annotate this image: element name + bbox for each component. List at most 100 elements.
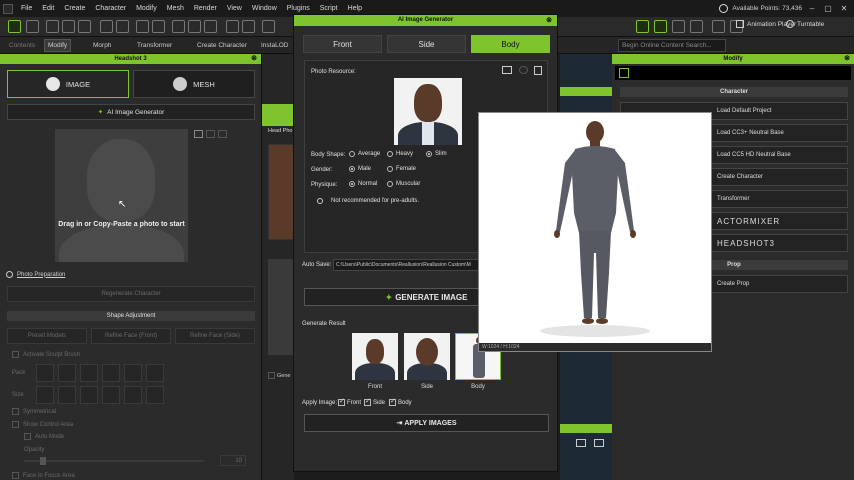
refine-face-side-button[interactable]: Refine Face (Side) — [175, 328, 255, 344]
select-tool-icon[interactable] — [636, 20, 649, 33]
capture-icon[interactable] — [204, 20, 217, 33]
apply-side-checkbox[interactable] — [364, 397, 371, 406]
photo-preparation-link[interactable]: Photo Preparation — [6, 271, 65, 278]
menu-modify[interactable]: Modify — [131, 5, 162, 12]
image-mode-button[interactable]: IMAGE — [7, 70, 129, 98]
transformer-button[interactable]: Transformer — [134, 39, 175, 52]
body-shape-heavy[interactable]: Heavy — [387, 151, 413, 157]
menu-mesh[interactable]: Mesh — [162, 5, 189, 12]
symmetrical-checkbox[interactable] — [12, 408, 19, 415]
menu-render[interactable]: Render — [189, 5, 222, 12]
auto-mode-checkbox[interactable] — [24, 433, 31, 440]
view-icon[interactable] — [712, 20, 725, 33]
close-icon[interactable]: ⊗ — [844, 54, 850, 64]
symmetrical-row[interactable]: Symmetrical — [12, 408, 56, 415]
brush-5-icon[interactable] — [124, 364, 142, 382]
photo-drop-zone[interactable]: Drag in or Copy-Paste a photo to start ↖ — [55, 129, 188, 262]
show-control-area-row[interactable]: Show Control Area — [12, 421, 73, 428]
ai-image-generator-button[interactable]: ✦ AI Image Generator — [7, 104, 255, 120]
body-shape-average[interactable]: Average — [349, 151, 380, 157]
refine-face-front-button[interactable]: Refine Face (Front) — [91, 328, 171, 344]
instalod-button[interactable]: InstaLOD — [258, 39, 291, 52]
menu-create[interactable]: Create — [59, 5, 90, 12]
menu-file[interactable]: File — [16, 5, 37, 12]
radio-muscular[interactable] — [387, 181, 393, 187]
gender-female[interactable]: Female — [387, 166, 416, 172]
delete-photo-icon[interactable] — [218, 130, 227, 138]
background-green-button[interactable] — [262, 104, 294, 126]
menu-script[interactable]: Script — [315, 5, 343, 12]
rotate-tool-icon[interactable] — [672, 20, 685, 33]
regenerate-character-button[interactable]: Regenerate Character — [7, 286, 255, 302]
apply-body-checkbox[interactable] — [389, 397, 396, 406]
radio-heavy[interactable] — [387, 151, 393, 157]
paste-photo-icon[interactable] — [206, 130, 215, 138]
shape-adjustment-header[interactable]: Shape Adjustment — [7, 311, 255, 321]
result-side-thumbnail[interactable] — [404, 333, 450, 380]
activate-sculpt-row[interactable]: Activate Sculpt Brush — [12, 351, 80, 358]
close-icon[interactable]: ⊗ — [251, 54, 257, 64]
brush-12-icon[interactable] — [146, 386, 164, 404]
import-icon[interactable] — [100, 20, 113, 33]
open-folder-icon[interactable] — [502, 66, 512, 74]
tab-body[interactable]: Body — [471, 35, 550, 53]
workspace-icon[interactable] — [8, 20, 21, 33]
menu-character[interactable]: Character — [90, 5, 131, 12]
head-photo-thumbnail[interactable] — [268, 144, 294, 240]
apply-front-option[interactable]: Front — [338, 397, 361, 406]
brush-3-icon[interactable] — [80, 364, 98, 382]
tab-front[interactable]: Front — [303, 35, 382, 53]
flag-icon[interactable] — [690, 20, 703, 33]
brush-2-icon[interactable] — [58, 364, 76, 382]
apply-body-option[interactable]: Body — [389, 397, 412, 406]
opacity-slider[interactable] — [24, 460, 204, 462]
screen-icon[interactable] — [188, 20, 201, 33]
radio-normal[interactable] — [349, 181, 355, 187]
opacity-value[interactable]: 10 — [220, 455, 246, 466]
brush-9-icon[interactable] — [80, 386, 98, 404]
auto-save-path-input[interactable]: C:\Users\Public\Documents\Reallusion\Rea… — [333, 259, 479, 271]
camera-icon[interactable] — [262, 20, 275, 33]
close-icon[interactable]: ⊗ — [546, 15, 552, 26]
apply-front-checkbox[interactable] — [338, 397, 345, 406]
face-in-focus-checkbox[interactable] — [12, 472, 19, 479]
generate-row[interactable]: Gene — [268, 372, 290, 379]
open-file-icon[interactable] — [62, 20, 75, 33]
character-section-header[interactable]: Character — [620, 87, 848, 97]
menu-window[interactable]: Window — [247, 5, 282, 12]
radio-average[interactable] — [349, 151, 355, 157]
layout-icon[interactable] — [26, 20, 39, 33]
lock-icon[interactable] — [242, 20, 255, 33]
open-photo-icon[interactable] — [194, 130, 203, 138]
radio-male[interactable] — [349, 166, 355, 172]
content-search-input[interactable]: Begin Online Content Search... — [618, 39, 726, 52]
trash-icon[interactable] — [534, 66, 542, 75]
generate-checkbox[interactable] — [268, 372, 275, 379]
monitor-icon[interactable] — [594, 439, 604, 447]
physique-muscular[interactable]: Muscular — [387, 181, 420, 187]
activate-sculpt-checkbox[interactable] — [12, 351, 19, 358]
show-control-area-checkbox[interactable] — [12, 421, 19, 428]
apply-side-option[interactable]: Side — [364, 397, 385, 406]
auto-mode-row[interactable]: Auto Mode — [24, 433, 64, 440]
close-window-button[interactable]: ✕ — [838, 3, 850, 15]
brush-4-icon[interactable] — [102, 364, 120, 382]
opacity-slider-handle[interactable] — [40, 457, 46, 465]
brush-10-icon[interactable] — [102, 386, 120, 404]
brush-8-icon[interactable] — [58, 386, 76, 404]
printer-icon[interactable] — [576, 439, 586, 447]
undo-icon[interactable] — [136, 20, 149, 33]
menu-view[interactable]: View — [222, 5, 247, 12]
export-icon[interactable] — [116, 20, 129, 33]
menu-help[interactable]: Help — [343, 5, 367, 12]
physique-normal[interactable]: Normal — [349, 181, 377, 187]
preset-models-button[interactable]: Preset Models — [7, 328, 87, 344]
minimize-button[interactable]: – — [806, 3, 818, 15]
create-character-button[interactable]: Create Character — [194, 39, 250, 52]
turntable-toggle[interactable]: Turntable — [786, 20, 824, 28]
brush-7-icon[interactable] — [36, 386, 54, 404]
brush-6-icon[interactable] — [146, 364, 164, 382]
radio-slim[interactable] — [426, 151, 432, 157]
refresh-icon[interactable] — [519, 66, 528, 74]
redo-icon[interactable] — [152, 20, 165, 33]
